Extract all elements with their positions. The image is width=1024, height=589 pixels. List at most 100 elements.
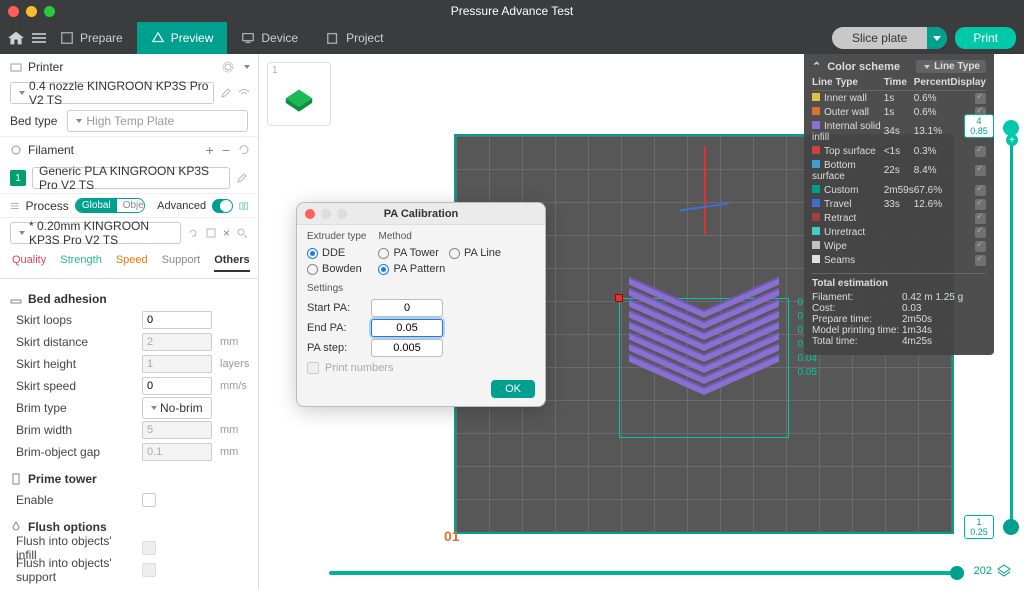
vslider-add-top[interactable]: + — [1006, 134, 1018, 146]
nav-device[interactable]: Device — [227, 22, 312, 54]
chevron-down-icon[interactable]: ⌃ — [812, 60, 821, 73]
slice-dropdown[interactable] — [927, 27, 947, 49]
minus-icon[interactable]: − — [222, 142, 230, 158]
legend-display-checkbox[interactable] — [975, 241, 986, 252]
tab-strength[interactable]: Strength — [60, 254, 102, 272]
end-pa-input[interactable] — [371, 319, 443, 337]
legend-row[interactable]: Retract — [812, 211, 986, 225]
search-icon[interactable] — [236, 227, 248, 239]
sidebar: Printer 0.4 nozzle KINGROON KP3S Pro V2 … — [0, 54, 259, 589]
model-handle[interactable] — [615, 294, 623, 302]
printer-icon — [10, 61, 22, 73]
advanced-toggle[interactable] — [212, 199, 232, 213]
legend-row[interactable]: Wipe — [812, 239, 986, 253]
tab-others[interactable]: Others — [214, 254, 249, 272]
sync-icon[interactable] — [238, 144, 250, 156]
legend-display-checkbox[interactable] — [975, 255, 986, 266]
compare-icon[interactable] — [239, 200, 248, 212]
gear-icon[interactable] — [222, 61, 234, 73]
vslider-bottom-badge: 10.25 — [964, 515, 994, 539]
axis-z-indicator — [704, 146, 706, 234]
model-preview[interactable]: 0.0 0.01 0.02 0.03 0.04 0.05 — [629, 310, 779, 430]
filament-swatch[interactable]: 1 — [10, 170, 26, 186]
maximize-window[interactable] — [44, 6, 55, 17]
legend-display-checkbox[interactable] — [975, 213, 986, 224]
menu-icon[interactable] — [32, 33, 46, 43]
dialog-close[interactable] — [305, 209, 315, 219]
process-preset-select[interactable]: * 0.20mm KINGROON KP3S Pro V2 TS — [10, 222, 181, 244]
gcode-horizontal-slider[interactable]: 202 — [329, 571, 964, 575]
skirt-loops-input[interactable] — [142, 311, 212, 329]
layers-icon[interactable] — [996, 563, 1012, 579]
vslider-bottom-thumb[interactable] — [1003, 519, 1019, 535]
filament-select[interactable]: Generic PLA KINGROON KP3S Pro V2 TS — [32, 167, 230, 189]
slice-plate-button[interactable]: Slice plate — [832, 27, 947, 49]
ok-button[interactable]: OK — [491, 380, 535, 398]
pa-step-input[interactable] — [371, 339, 443, 357]
chevron-down-icon[interactable] — [244, 65, 250, 69]
plate-thumbnail[interactable]: 1 — [267, 62, 331, 126]
pa-calibration-dialog: PA Calibration Extruder type DDE Bowden … — [296, 202, 546, 407]
start-pa-input[interactable] — [371, 299, 443, 317]
legend-display-checkbox[interactable] — [975, 146, 986, 157]
nav-prepare[interactable]: Prepare — [46, 22, 137, 54]
legend-display-checkbox[interactable] — [975, 165, 986, 176]
brim-gap-input — [142, 443, 212, 461]
radio-pa-line[interactable]: PA Line — [449, 245, 501, 261]
radio-pa-tower[interactable]: PA Tower — [378, 245, 438, 261]
legend-display-checkbox[interactable] — [975, 93, 986, 104]
save-icon[interactable] — [205, 227, 217, 239]
nav-project[interactable]: Project — [312, 22, 397, 54]
color-scheme-select[interactable]: Line Type — [916, 60, 986, 73]
legend-row[interactable]: Internal solid infill34s13.1% — [812, 119, 986, 144]
printer-section-header: Printer — [0, 54, 258, 80]
tab-speed[interactable]: Speed — [116, 254, 148, 272]
thumbnail-shape — [277, 72, 321, 116]
close-window[interactable] — [8, 6, 19, 17]
skirt-speed-input[interactable] — [142, 377, 212, 395]
bedtype-select[interactable]: High Temp Plate — [67, 110, 248, 132]
prepare-icon — [60, 31, 74, 45]
bed-adhesion-header[interactable]: Bed adhesion — [10, 289, 248, 309]
brim-type-select[interactable]: No-brim — [142, 397, 212, 419]
print-button[interactable]: Print — [955, 27, 1016, 49]
legend-row[interactable]: Top surface<1s0.3% — [812, 144, 986, 158]
edit-icon[interactable] — [220, 87, 232, 99]
prime-tower-enable-checkbox[interactable] — [142, 493, 156, 507]
dialog-minimize — [321, 209, 331, 219]
legend-row[interactable]: Travel33s12.6% — [812, 197, 986, 211]
legend-row[interactable]: Bottom surface22s8.4% — [812, 158, 986, 183]
nav-preview[interactable]: Preview — [137, 22, 228, 54]
global-objects-toggle[interactable]: Global Objects — [75, 198, 145, 213]
printer-preset-select[interactable]: 0.4 nozzle KINGROON KP3S Pro V2 TS — [10, 82, 214, 104]
close-icon[interactable]: × — [223, 226, 230, 240]
process-tabs: Quality Strength Speed Support Others — [0, 248, 258, 279]
plus-icon[interactable]: + — [206, 142, 214, 158]
legend-row[interactable]: Inner wall1s0.6% — [812, 91, 986, 106]
legend-row[interactable]: Seams — [812, 253, 986, 267]
legend-display-checkbox[interactable] — [975, 185, 986, 196]
preview-icon — [151, 31, 165, 45]
wifi-icon[interactable] — [238, 87, 250, 99]
undo-icon[interactable] — [187, 227, 199, 239]
hslider-thumb[interactable] — [950, 566, 964, 580]
preview-viewer[interactable]: Untitled 0.0 0.01 0.02 0.03 0.04 0.05 01 — [259, 54, 1024, 589]
legend-display-checkbox[interactable] — [975, 199, 986, 210]
radio-pa-pattern[interactable]: PA Pattern — [378, 261, 501, 277]
bedtype-label: Bed type — [10, 114, 57, 128]
legend-row[interactable]: Outer wall1s0.6% — [812, 105, 986, 119]
radio-bowden[interactable]: Bowden — [307, 261, 366, 277]
legend-display-checkbox[interactable] — [975, 227, 986, 238]
top-nav: Prepare Preview Device Project Slice pla… — [0, 22, 1024, 54]
radio-dde[interactable]: DDE — [307, 245, 366, 261]
minimize-window[interactable] — [26, 6, 37, 17]
tab-support[interactable]: Support — [162, 254, 201, 272]
legend-row[interactable]: Custom2m59s67.6% — [812, 183, 986, 197]
tab-quality[interactable]: Quality — [12, 254, 46, 272]
prime-tower-header[interactable]: Prime tower — [10, 469, 248, 489]
prime-tower-icon — [10, 473, 22, 485]
layer-vertical-slider[interactable]: 40.85 + 10.25 — [998, 114, 1024, 549]
edit-icon[interactable] — [236, 172, 248, 184]
home-icon[interactable] — [8, 30, 24, 46]
legend-row[interactable]: Unretract — [812, 225, 986, 239]
